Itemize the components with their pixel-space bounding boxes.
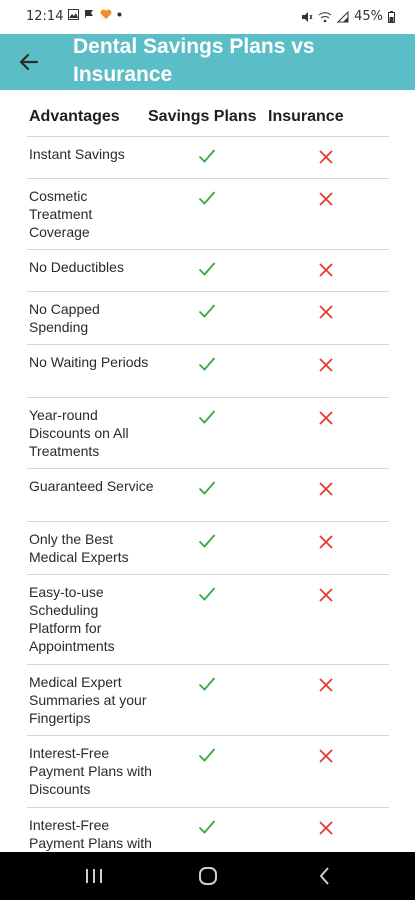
arrow-left-icon [19, 53, 39, 71]
back-button[interactable] [17, 50, 41, 74]
table-row: No Capped Spending [27, 292, 389, 345]
check-icon [198, 748, 216, 762]
battery-level: 45% [354, 9, 383, 24]
table-row: Interest-Free Payment Plans with Discoun… [27, 808, 389, 852]
cross-icon [319, 749, 333, 763]
advantage-label: Only the Best Medical Experts [29, 531, 129, 565]
advantage-label: Cosmetic Treatment Coverage [29, 188, 93, 240]
back-icon[interactable] [313, 866, 337, 886]
table-header: Advantages Savings Plans Insurance [27, 90, 389, 137]
cross-icon [319, 358, 333, 372]
table-row: Medical Expert Summaries at your Fingert… [27, 665, 389, 736]
table-row: Cosmetic Treatment Coverage [27, 179, 389, 250]
cross-icon [319, 192, 333, 206]
check-icon [198, 677, 216, 691]
advantage-label: Year-round Discounts on All Treatments [29, 407, 129, 459]
advantage-label: Easy-to-use Scheduling Platform for Appo… [29, 584, 115, 654]
comparison-table[interactable]: Advantages Savings Plans Insurance Insta… [27, 90, 389, 852]
header-insurance: Insurance [268, 108, 344, 125]
cross-icon [319, 263, 333, 277]
table-row: Only the Best Medical Experts [27, 522, 389, 575]
advantage-label: No Deductibles [29, 259, 124, 275]
table-row: No Waiting Periods [27, 345, 389, 398]
check-icon [198, 357, 216, 371]
header-savings-plans: Savings Plans [148, 108, 257, 125]
table-row: No Deductibles [27, 250, 389, 292]
status-time: 12:14 [26, 9, 64, 24]
advantage-label: Instant Savings [29, 146, 125, 162]
header-advantages: Advantages [29, 108, 120, 125]
advantage-label: No Waiting Periods [29, 354, 149, 370]
check-icon [198, 304, 216, 318]
cross-icon [319, 821, 333, 835]
advantage-label: Guaranteed Service [29, 478, 154, 494]
cross-icon [319, 482, 333, 496]
cross-icon [319, 150, 333, 164]
advantage-label: No Capped Spending [29, 301, 100, 335]
table-row: Instant Savings [27, 137, 389, 179]
cross-icon [319, 678, 333, 692]
check-icon [198, 262, 216, 276]
cross-icon [319, 535, 333, 549]
check-icon [198, 191, 216, 205]
table-row: Guaranteed Service [27, 469, 389, 522]
app-bar: Dental Savings Plans vs Insurance [0, 34, 415, 90]
home-icon[interactable] [196, 866, 220, 886]
check-icon [198, 534, 216, 548]
page-title: Dental Savings Plans vs Insurance [73, 35, 315, 86]
table-row: Easy-to-use Scheduling Platform for Appo… [27, 575, 389, 665]
dot-icon [117, 12, 122, 17]
check-icon [198, 410, 216, 424]
table-row: Interest-Free Payment Plans with Discoun… [27, 736, 389, 808]
advantage-label: Interest-Free Payment Plans with Discoun… [29, 745, 152, 797]
image-icon [68, 9, 79, 20]
table-body: Instant Savings Cosmetic Treatment Covera… [27, 137, 389, 852]
check-icon [198, 820, 216, 834]
advantage-label: Medical Expert Summaries at your Fingert… [29, 674, 147, 726]
flag-icon [85, 10, 93, 19]
check-icon [198, 149, 216, 163]
wifi-icon [318, 11, 332, 22]
cross-icon [319, 411, 333, 425]
signal-icon [337, 10, 349, 22]
mute-icon [302, 11, 313, 22]
table-row: Year-round Discounts on All Treatments [27, 398, 389, 469]
advantage-label: Interest-Free Payment Plans with Discoun… [29, 817, 152, 851]
recent-apps-icon[interactable] [82, 866, 106, 886]
system-icons: 45% [301, 9, 395, 24]
battery-icon [388, 10, 395, 23]
notification-icons [68, 9, 122, 20]
cross-icon [319, 588, 333, 602]
check-icon [198, 587, 216, 601]
status-bar: 12:14 45% [0, 0, 415, 34]
system-nav-bar [0, 852, 415, 900]
check-icon [198, 481, 216, 495]
heart-icon [100, 9, 112, 19]
cross-icon [319, 305, 333, 319]
